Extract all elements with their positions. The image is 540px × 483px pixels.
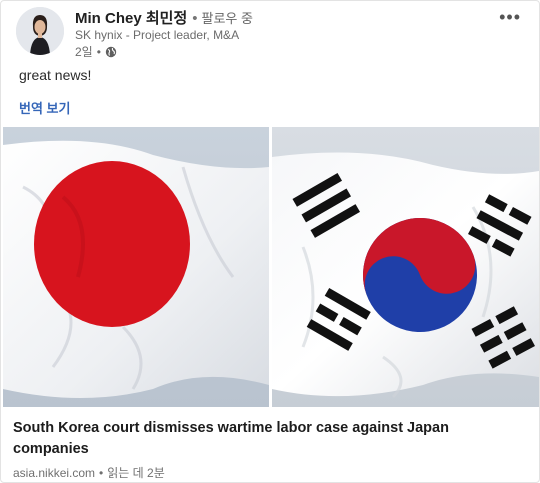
follow-status[interactable]: 팔로우 중 <box>202 11 253 26</box>
globe-icon <box>105 46 117 57</box>
post-time: 2일 <box>75 45 93 59</box>
author-headline: SK hynix - Project leader, M&A <box>75 28 240 42</box>
article-source: asia.nikkei.com <box>13 466 96 480</box>
post-card: Min Chey 최민정 • 팔로우 중 SK hynix - Project le… <box>0 0 540 483</box>
translate-link[interactable]: 번역 보기 <box>19 98 70 117</box>
avatar-image <box>16 7 64 55</box>
author-name-row: Min Chey 최민정 • 팔로우 중 <box>75 7 253 28</box>
article-read-time: 읽는 데 2분 <box>107 466 165 480</box>
japan-sun <box>34 161 190 327</box>
more-options-icon[interactable]: ••• <box>499 7 521 28</box>
author-name[interactable]: Min Chey 최민정 <box>75 10 187 27</box>
avatar[interactable] <box>16 7 64 55</box>
post-meta: 2일 • <box>75 43 117 60</box>
flags-image <box>3 127 539 407</box>
article-meta: asia.nikkei.com • 읽는 데 2분 <box>13 464 165 481</box>
separator-dot: • <box>96 44 101 59</box>
separator-dot: • <box>192 10 198 27</box>
post-text: great news! <box>19 67 92 83</box>
article-image[interactable] <box>3 127 539 407</box>
article-title[interactable]: South Korea court dismisses wartime labo… <box>13 418 483 460</box>
separator-dot: • <box>99 466 104 480</box>
